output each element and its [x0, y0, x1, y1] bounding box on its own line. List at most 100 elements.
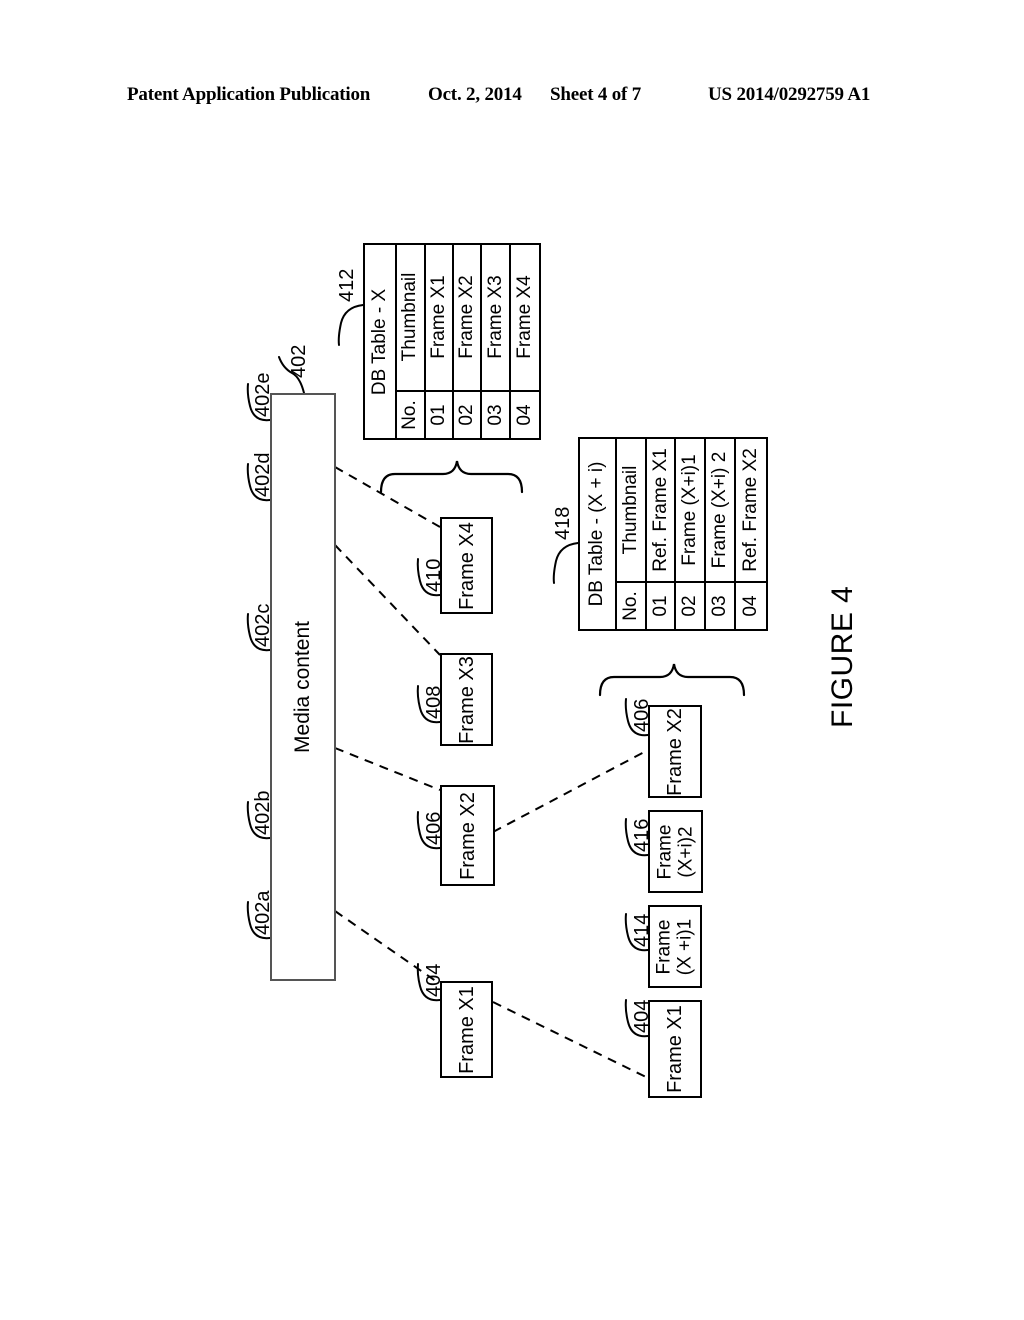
db-table-xi-row3-no-text: 03 [709, 595, 731, 617]
frame-box-xi2-line1: Frame [654, 824, 676, 879]
figure-linework [246, 304, 746, 1079]
db-table-x-row4-no-text: 04 [513, 404, 535, 426]
table-row: Frame X2 02 [453, 245, 483, 438]
ref-410: 410 [423, 558, 445, 592]
ref-416: 416 [631, 818, 653, 852]
db-table-xi-row2-thumbnail: Frame (X+i)1 [676, 439, 705, 584]
db-table-xi-header-no: No. [617, 583, 645, 629]
db-table-xi-row4-thumbnail-text: Ref. Frame X2 [740, 448, 762, 572]
media-content-label: Media content [291, 621, 314, 753]
frame-box-x2-bottom-label: Frame X2 [663, 707, 686, 796]
media-to-frame-connectors [334, 466, 441, 985]
media-content-bar: Media content [270, 393, 336, 981]
frame-to-frame-connectors [492, 749, 649, 1079]
frame-box-x3-label: Frame X3 [455, 655, 478, 744]
ref-414: 414 [631, 913, 653, 947]
frame-box-xi1-label: Frame (X +i)1 [654, 918, 697, 975]
frame-box-x4: Frame X4 [440, 517, 493, 614]
figure-caption: FIGURE 4 [826, 585, 859, 728]
db-table-x-row1-no: 01 [426, 392, 452, 438]
frame-box-xi2: Frame (X+i)2 [648, 810, 703, 893]
brace-table-412 [379, 460, 524, 494]
db-table-x-row1-thumbnail: Frame X1 [425, 245, 452, 392]
frame-box-xi1: Frame (X +i)1 [648, 905, 702, 988]
db-table-xi-header-thumbnail-text: Thumbnail [619, 465, 641, 555]
db-table-x-header-no-text: No. [399, 400, 421, 430]
ref-406-middle: 406 [423, 811, 445, 845]
db-table-xi-row3-thumbnail: Frame (X+i) 2 [706, 439, 735, 584]
db-table-x-title-cell: DB Table - X [365, 245, 395, 438]
frame-box-x1-middle: Frame X1 [440, 981, 493, 1078]
ref-412: 412 [336, 268, 358, 302]
db-table-x-row3-no: 03 [482, 392, 508, 438]
db-table-xi-row1-no-text: 01 [649, 595, 671, 617]
ref-406-bottom: 406 [631, 698, 653, 732]
db-table-xi-row4-no-text: 04 [740, 595, 762, 617]
frame-box-xi1-line2: (X +i)1 [675, 918, 696, 975]
db-table-xi-header-col: Thumbnail No. [616, 439, 647, 629]
table-row: Ref. Frame X2 04 [736, 439, 766, 629]
db-table-xi-row4-thumbnail: Ref. Frame X2 [736, 439, 766, 584]
ref-404-bottom: 404 [631, 999, 653, 1033]
patent-figure: Media content 402 402a 402b 402c 402d 40… [0, 0, 1024, 1320]
frame-box-x1-middle-label: Frame X1 [455, 985, 478, 1074]
brace-table-418 [598, 663, 746, 697]
table-row: Frame X4 04 [510, 245, 540, 438]
ref-402c: 402c [252, 603, 274, 647]
db-table-x-row2-thumbnail-text: Frame X2 [456, 275, 478, 360]
table-row: Frame (X+i) 2 03 [706, 439, 737, 629]
frame-box-x4-label: Frame X4 [455, 521, 478, 610]
db-table-x-row1-no-text: 01 [427, 404, 449, 426]
db-table-x-plus-i: DB Table - (X + i) Thumbnail No. Ref. Fr… [578, 437, 768, 631]
frame-box-x2-middle-label: Frame X2 [456, 791, 479, 880]
frame-box-xi1-line1: Frame [653, 919, 675, 974]
db-table-xi-header-thumbnail: Thumbnail [616, 439, 645, 584]
ref-404-middle: 404 [423, 963, 445, 997]
db-table-xi-row3-no: 03 [706, 583, 734, 629]
db-table-xi-row2-no-text: 02 [679, 595, 701, 617]
frame-box-x2-bottom: Frame X2 [648, 705, 702, 798]
ref-418: 418 [552, 506, 574, 540]
db-table-xi-title: DB Table - (X + i) [586, 461, 608, 607]
db-table-x-title: DB Table - X [369, 288, 391, 395]
db-table-xi-row1-thumbnail: Ref. Frame X1 [646, 439, 675, 584]
ref-402e: 402e [252, 372, 274, 418]
frame-box-xi2-label: Frame (X+i)2 [654, 824, 697, 879]
db-table-x-header-thumbnail: Thumbnail [397, 245, 424, 392]
db-table-x-row3-thumbnail: Frame X3 [482, 245, 509, 392]
db-table-x-row4-no: 04 [511, 392, 539, 438]
db-table-xi-row3-thumbnail-text: Frame (X+i) 2 [709, 451, 731, 569]
table-row: Ref. Frame X1 01 [646, 439, 677, 629]
table-row: Frame (X+i)1 02 [676, 439, 707, 629]
db-table-xi-row2-thumbnail-text: Frame (X+i)1 [679, 454, 701, 566]
db-table-xi-row4-no: 04 [736, 583, 766, 629]
frame-box-xi2-line2: (X+i)2 [675, 825, 697, 878]
db-table-x-row2-no: 02 [454, 392, 480, 438]
db-table-x-row3-no-text: 03 [484, 404, 506, 426]
db-table-x-header-col: Thumbnail No. [397, 245, 426, 438]
db-table-x-row1-thumbnail-text: Frame X1 [427, 275, 449, 360]
db-table-x-header-no: No. [397, 392, 423, 438]
frame-box-x2-middle: Frame X2 [440, 785, 495, 886]
ref-402d: 402d [252, 452, 274, 498]
frame-box-x1-bottom: Frame X1 [648, 1000, 702, 1098]
ref-402: 402 [288, 344, 310, 378]
db-table-x-header-thumbnail-text: Thumbnail [399, 272, 421, 362]
db-table-x-row3-thumbnail-text: Frame X3 [484, 275, 506, 360]
ref-408: 408 [423, 685, 445, 719]
db-table-x-row2-no-text: 02 [456, 404, 478, 426]
ref-402b: 402b [252, 790, 274, 836]
ref-402a: 402a [252, 890, 274, 936]
db-table-xi-row1-no: 01 [647, 583, 675, 629]
db-table-x-title-col: DB Table - X [365, 245, 398, 438]
db-table-xi-row1-thumbnail-text: Ref. Frame X1 [649, 448, 671, 572]
db-table-x-row4-thumbnail: Frame X4 [510, 245, 540, 392]
frame-box-x1-bottom-label: Frame X1 [663, 1005, 686, 1093]
db-table-xi-title-col: DB Table - (X + i) [580, 439, 617, 629]
db-table-x-row2-thumbnail: Frame X2 [453, 245, 481, 392]
table-row: Frame X3 03 [482, 245, 511, 438]
db-table-x: DB Table - X Thumbnail No. Frame X1 01 F… [363, 243, 541, 440]
db-table-xi-title-cell: DB Table - (X + i) [580, 439, 615, 629]
db-table-xi-header-no-text: No. [619, 591, 641, 621]
table-row: Frame X1 01 [425, 245, 454, 438]
